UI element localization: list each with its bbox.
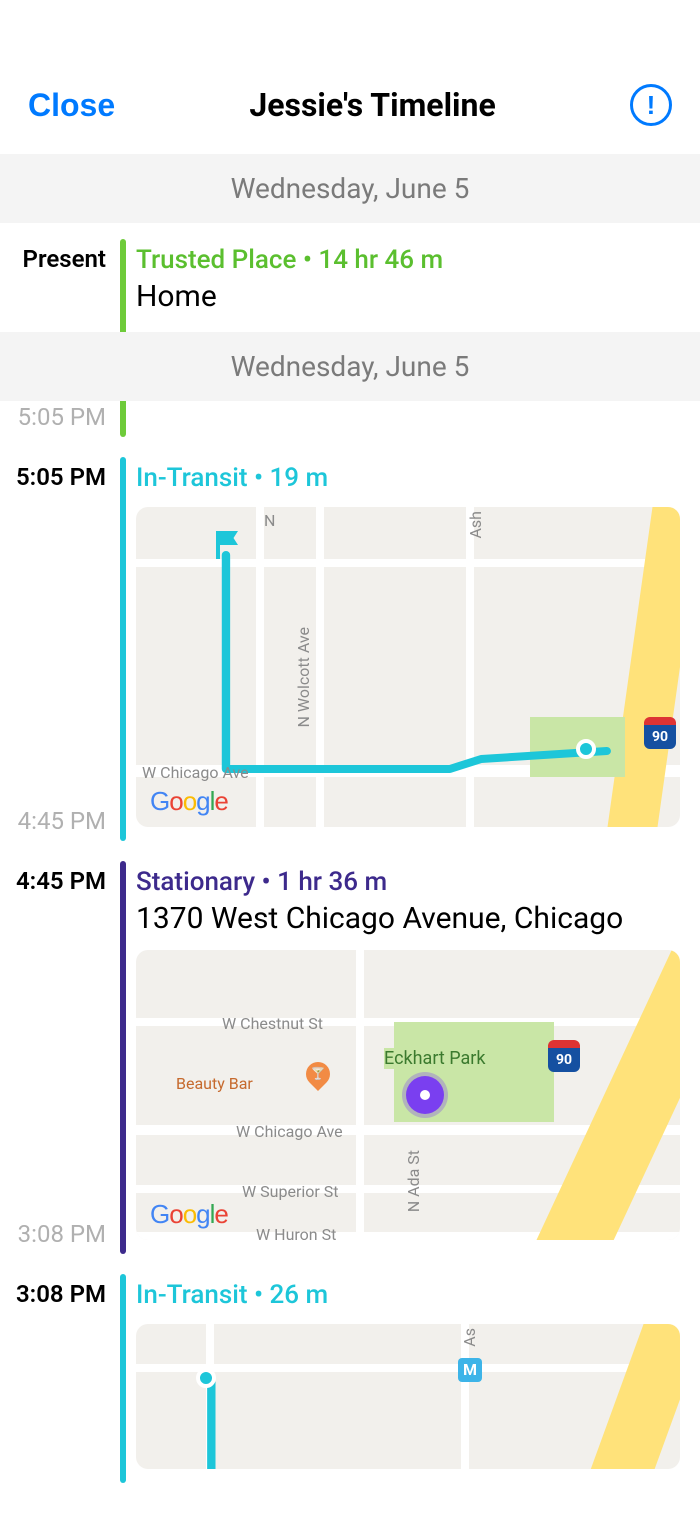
interstate-shield-icon: 90 <box>644 717 676 749</box>
map-label: W Chestnut St <box>222 1014 323 1033</box>
map-label: W Chicago Ave <box>142 763 249 782</box>
map-stationary[interactable]: W Chestnut St Eckhart Park Beauty Bar W … <box>136 950 680 1240</box>
time-start: Present <box>0 245 106 273</box>
segment-content: In-Transit • 19 m N N Wolcott Ave Ash W … <box>136 457 700 841</box>
map-transit-1[interactable]: N N Wolcott Ave Ash W Chicago Ave 90 Goo… <box>136 507 680 827</box>
time-start: 4:45 PM <box>0 867 106 895</box>
place-name: 1370 West Chicago Avenue, Chicago <box>136 901 680 936</box>
segment-content: Trusted Place • 14 hr 46 m Home Wednesda… <box>136 239 700 437</box>
map-label: W Superior St <box>242 1182 339 1201</box>
route-end-dot <box>196 1368 216 1388</box>
map-label: W Chicago Ave <box>236 1122 343 1141</box>
time-end: 5:05 PM <box>0 403 106 431</box>
date-separator-inner: Wednesday, June 5 <box>0 332 700 401</box>
map-transit-2[interactable]: M As <box>136 1324 680 1469</box>
timeline-bar <box>120 457 126 841</box>
status-label: In-Transit • 26 m <box>136 1280 680 1310</box>
metro-icon: M <box>458 1358 482 1382</box>
map-label-poi: Beauty Bar <box>176 1074 253 1093</box>
map-label: As <box>460 1328 479 1347</box>
map-label: Ash <box>466 511 485 539</box>
map-label: N Wolcott Ave <box>294 627 313 727</box>
header: Close Jessie's Timeline <box>0 60 700 154</box>
close-button[interactable]: Close <box>28 87 115 124</box>
timeline-bar <box>120 1274 126 1483</box>
date-separator: Wednesday, June 5 <box>0 154 700 223</box>
time-end: 4:45 PM <box>0 807 106 835</box>
timeline-segment-transit[interactable]: 5:05 PM 4:45 PM In-Transit • 19 m N N Wo… <box>0 457 700 841</box>
segment-content: Stationary • 1 hr 36 m 1370 West Chicago… <box>136 861 700 1254</box>
map-label: N <box>264 511 275 530</box>
time-end: 3:08 PM <box>0 1220 106 1248</box>
timeline-segment-transit[interactable]: 3:08 PM In-Transit • 26 m M As <box>0 1274 700 1483</box>
interstate-shield-icon: 90 <box>548 1040 580 1072</box>
status-label: In-Transit • 19 m <box>136 463 680 493</box>
google-attribution: Google <box>150 1199 228 1230</box>
map-label: W Huron St <box>256 1225 336 1240</box>
segment-content: In-Transit • 26 m M As <box>136 1274 700 1483</box>
info-icon[interactable] <box>630 84 672 126</box>
poi-pin-icon <box>301 1057 335 1091</box>
status-label: Trusted Place • 14 hr 46 m <box>136 245 680 275</box>
timeline-segment-trusted[interactable]: Present 5:05 PM Trusted Place • 14 hr 46… <box>0 239 700 437</box>
map-label-park: Eckhart Park <box>384 1048 485 1069</box>
time-column: 3:08 PM <box>0 1274 112 1483</box>
location-pin-icon <box>406 1076 444 1114</box>
timeline-segment-stationary[interactable]: 4:45 PM 3:08 PM Stationary • 1 hr 36 m 1… <box>0 861 700 1254</box>
time-start: 3:08 PM <box>0 1280 106 1308</box>
flag-icon <box>216 531 220 559</box>
timeline-bar <box>120 861 126 1254</box>
map-label: N Ada St <box>404 1150 423 1212</box>
status-label: Stationary • 1 hr 36 m <box>136 867 680 897</box>
time-column: 5:05 PM 4:45 PM <box>0 457 112 841</box>
google-attribution: Google <box>150 786 228 817</box>
time-start: 5:05 PM <box>0 463 106 491</box>
route-end-dot <box>576 739 596 759</box>
time-column: 4:45 PM 3:08 PM <box>0 861 112 1254</box>
page-title: Jessie's Timeline <box>115 86 630 124</box>
place-name: Home <box>136 279 680 314</box>
